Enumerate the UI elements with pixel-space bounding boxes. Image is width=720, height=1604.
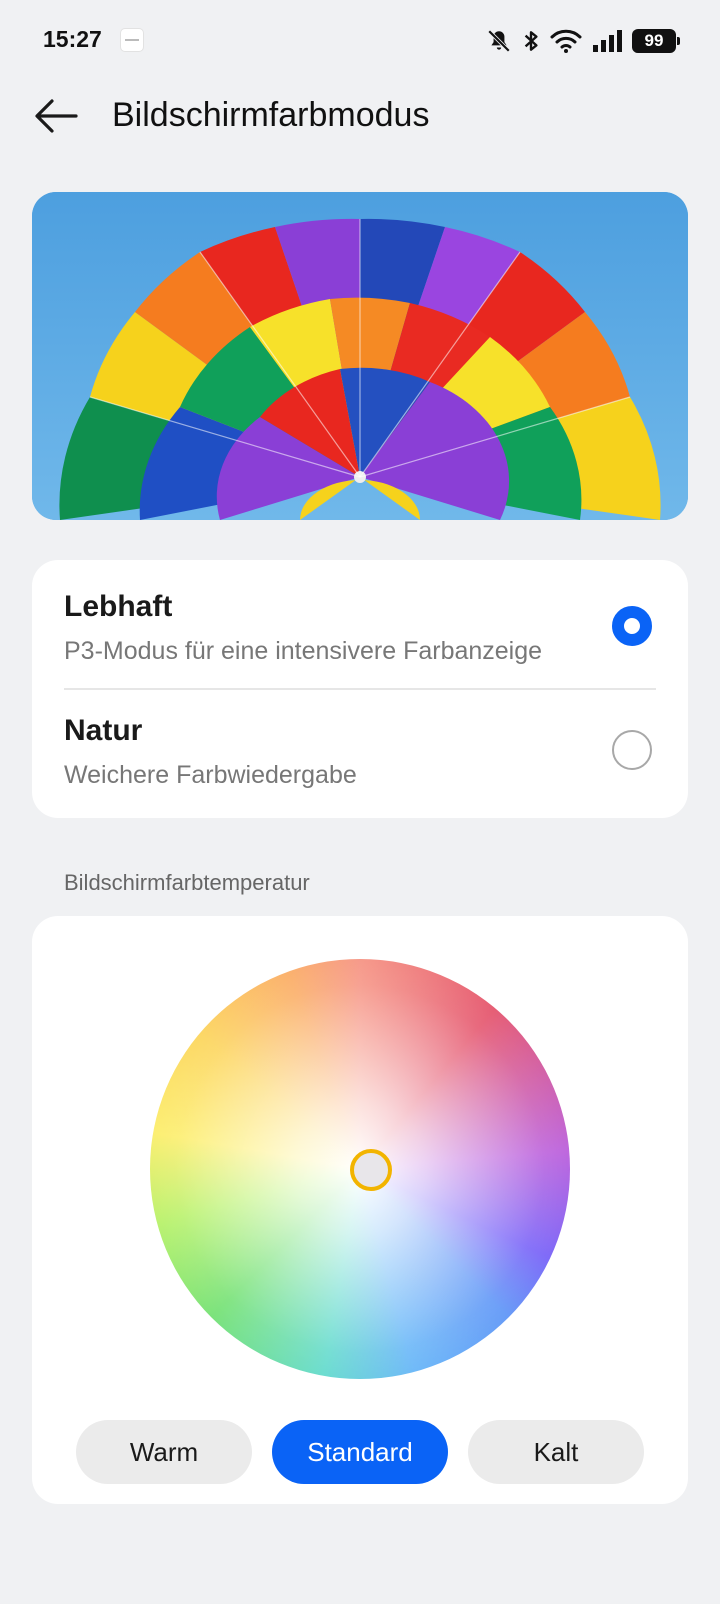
top-app-bar: Bildschirmfarbmodus xyxy=(0,80,720,152)
status-bar: 15:27 99 xyxy=(0,0,720,80)
option-title: Lebhaft xyxy=(64,590,173,623)
signal-icon xyxy=(592,28,622,54)
option-title: Natur xyxy=(64,714,143,747)
standard-button[interactable]: Standard xyxy=(272,1420,448,1484)
cold-button[interactable]: Kalt xyxy=(468,1420,644,1484)
option-description: Weichere Farbwiedergabe xyxy=(64,761,357,789)
status-icons: 99 xyxy=(486,26,680,56)
page-title: Bildschirmfarbmodus xyxy=(112,96,430,134)
warm-button[interactable]: Warm xyxy=(76,1420,252,1484)
option-natural[interactable]: Natur Weichere Farbwiedergabe xyxy=(32,690,688,815)
section-label-temperature: Bildschirmfarbtemperatur xyxy=(64,870,310,895)
temperature-presets: Warm Standard Kalt xyxy=(76,1420,644,1484)
radio-selected[interactable] xyxy=(612,606,652,646)
bell-muted-icon xyxy=(486,28,512,54)
wifi-icon xyxy=(550,28,582,54)
option-description: P3-Modus für eine intensivere Farbanzeig… xyxy=(64,637,543,665)
app-notification-icon xyxy=(120,28,144,52)
battery-icon: 99 xyxy=(632,29,680,53)
option-vivid[interactable]: Lebhaft P3-Modus für eine intensivere Fa… xyxy=(32,560,688,685)
bluetooth-icon xyxy=(522,28,540,54)
status-time: 15:27 xyxy=(43,26,102,52)
color-wheel[interactable] xyxy=(150,959,570,1379)
color-temperature-card: Warm Standard Kalt xyxy=(32,916,688,1504)
color-wheel-handle[interactable] xyxy=(350,1149,392,1191)
back-button[interactable] xyxy=(28,90,84,142)
color-mode-card: Lebhaft P3-Modus für eine intensivere Fa… xyxy=(32,560,688,818)
arrow-left-icon xyxy=(35,99,78,133)
preview-image xyxy=(32,192,688,520)
radio-unselected[interactable] xyxy=(612,730,652,770)
